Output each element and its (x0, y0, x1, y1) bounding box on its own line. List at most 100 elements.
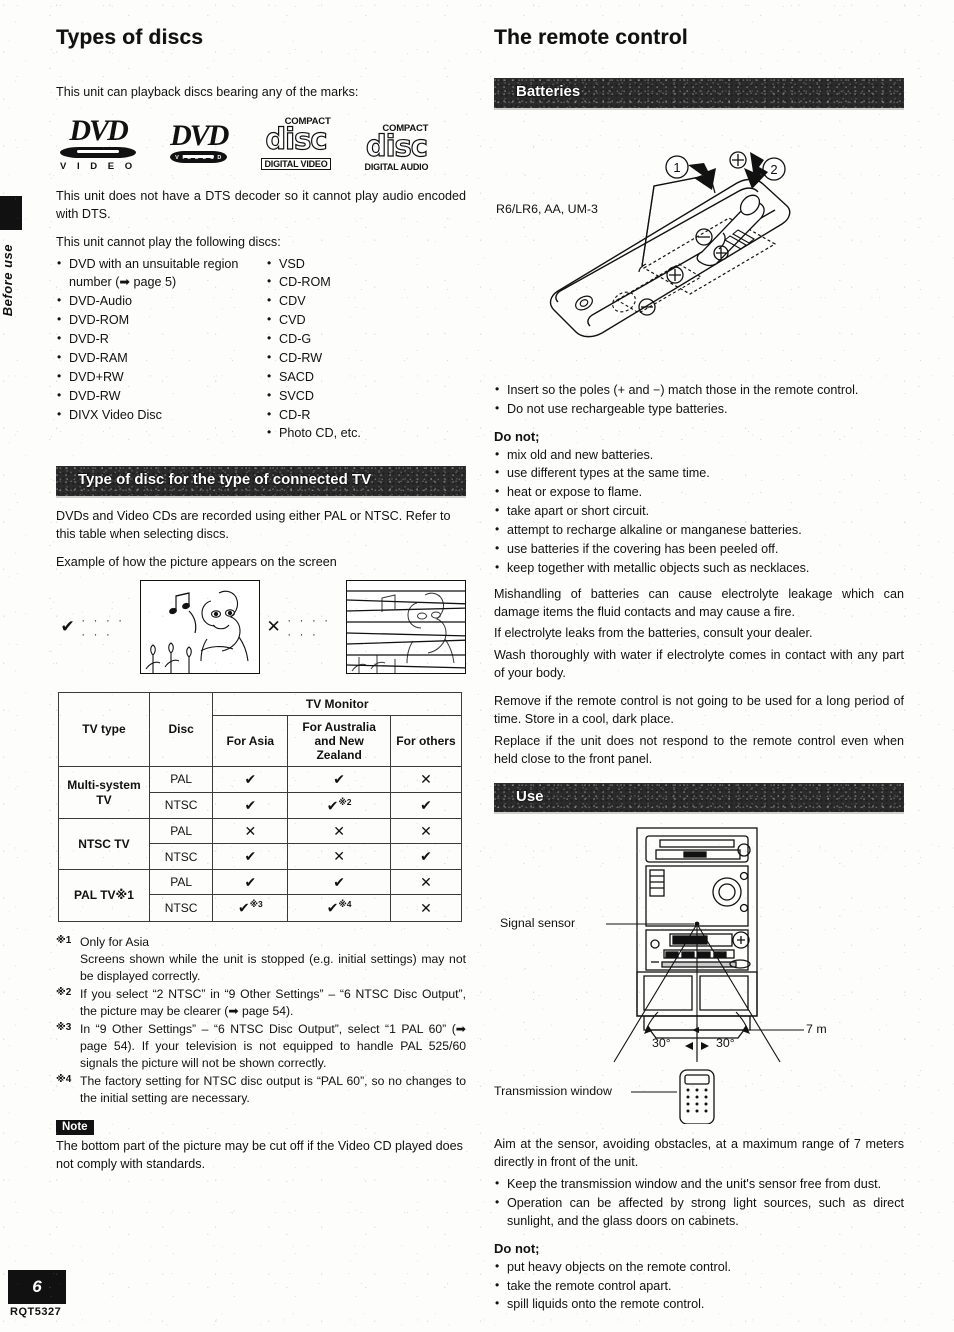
cell-others: ✔ (389, 791, 463, 819)
list-item: DVD-ROM (56, 311, 252, 330)
compact-disc-digital-audio-logo: COMPACT disc DIGITAL AUDIO (365, 123, 429, 172)
footnote-marker: ※3 (56, 1022, 72, 1034)
list-item: CD-ROM (266, 273, 466, 292)
footnote-marker: ※1 (56, 934, 72, 946)
table-row: Multi-system TV PAL ✔ ✔ ✕ (58, 766, 463, 819)
list-item: put heavy objects on the remote control. (494, 1258, 904, 1277)
use-do-not-list: put heavy objects on the remote control.… (494, 1258, 904, 1315)
leader-dots-2: · · · · · · · (287, 612, 331, 641)
table-row: PAL TV※1 PAL ✔ ✔ ✕ (58, 868, 463, 922)
cell-disc: NTSC (148, 791, 214, 819)
list-item: Photo CD, etc. (266, 424, 466, 443)
footnote-text: In “9 Other Settings” – “6 NTSC Disc Out… (80, 1022, 466, 1071)
dvd-video-sublabel: V I D E O (60, 160, 137, 172)
footnote-marker: ※4 (56, 1074, 72, 1086)
distorted-picture-illustration (347, 589, 466, 673)
list-item: attempt to recharge alkaline or manganes… (494, 521, 904, 540)
cannot-play-list-right: VSD CD-ROM CDV CVD CD-G CD-RW SACD SVCD … (266, 255, 466, 445)
row-label-multi-system-tv: Multi-system TV (58, 766, 150, 819)
document-code: RQT5327 (10, 1306, 62, 1318)
footnote-1: ※1 Only for Asia Screens shown while the … (56, 934, 466, 985)
header-disc: Disc (148, 691, 214, 768)
cell-anz: ✕ (287, 843, 391, 870)
list-item: mix old and new batteries. (494, 446, 904, 465)
cell-asia: ✔ (212, 766, 289, 793)
wash-paragraph: Wash thoroughly with water if electrolyt… (494, 648, 904, 681)
header-for-others: For others (389, 714, 463, 768)
list-item: Keep the transmission window and the uni… (494, 1175, 904, 1194)
cell-asia: ✕ (212, 817, 289, 845)
table-header-row-1: TV type Disc TV Monitor (58, 691, 462, 768)
cell-anz: ✔ (287, 868, 391, 896)
remote-battery-illustration: 1 2 (549, 151, 791, 338)
tv-screen-distorted (346, 579, 466, 674)
list-item: Insert so the poles (+ and −) match thos… (494, 381, 904, 400)
tv-screen-good (140, 579, 260, 674)
list-item: DVD+RW (56, 368, 252, 387)
battery-do-not-list: mix old and new batteries. use different… (494, 446, 904, 578)
digital-video-label: DIGITAL VIDEO (261, 157, 331, 170)
signal-sensor-dot (694, 921, 700, 927)
list-item: SACD (266, 368, 466, 387)
tv-compatibility-table: TV type Disc TV Monitor For Asia For Aus… (58, 691, 463, 922)
battery-type-label: R6/LR6, AA, UM-3 (496, 201, 598, 216)
left-column: Types of discs This unit can playback di… (56, 26, 466, 1184)
list-item: use batteries if the covering has been p… (494, 540, 904, 559)
cannot-play-heading: This unit cannot play the following disc… (56, 234, 281, 249)
table-footnotes: ※1 Only for Asia Screens shown while the … (56, 934, 466, 1108)
cell-anz: ✔※4 (287, 894, 391, 922)
battery-insert-bullets: Insert so the poles (+ and −) match thos… (494, 381, 904, 419)
list-item: take the remote control apart. (494, 1277, 904, 1296)
dts-note-paragraph: This unit does not have a DTS decoder so… (56, 188, 466, 221)
header-for-asia: For Asia (212, 714, 289, 768)
battery-step-2-label: 2 (770, 162, 777, 177)
page-number: 6 (8, 1270, 66, 1304)
cell-others: ✕ (389, 766, 463, 793)
side-tab: Before use (0, 196, 22, 316)
disc-wordmark-1: disc (265, 121, 328, 156)
list-item: SVCD (266, 387, 466, 406)
dvd-wordmark-2: DVD (170, 118, 229, 152)
leader-dots-1: · · · · · · · (81, 612, 125, 641)
cell-disc: PAL (148, 766, 214, 793)
list-item: DVD-R (56, 330, 252, 349)
cannot-play-lists: DVD with an unsuitable region number (➡ … (56, 255, 466, 453)
list-item: Do not use rechargeable type batteries. (494, 400, 904, 419)
note-block: Note The bottom part of the picture may … (56, 1117, 466, 1174)
list-item: CD-RW (266, 349, 466, 368)
compact-disc-digital-video-logo: COMPACT disc DIGITAL VIDEO (261, 116, 331, 172)
footnote-marker: ※2 (56, 986, 72, 998)
header-for-australia-nz: For Australia and New Zealand (287, 714, 391, 768)
cell-disc: PAL (148, 868, 214, 896)
disc-logo-row: DVD V I D E O DVD V I D E O C D COMPACT … (60, 116, 466, 172)
list-item: DVD-RW (56, 387, 252, 406)
footnote-4: ※4 The factory setting for NTSC disc outp… (56, 1073, 466, 1107)
list-item: CVD (266, 311, 466, 330)
header-tv-type: TV type (58, 691, 150, 768)
dvd-disc-bar-icon (60, 146, 137, 158)
list-item-continuation: number (➡ page 5) (69, 275, 177, 290)
side-tab-label: Before use (0, 244, 15, 317)
note-label: Note (56, 1120, 94, 1136)
aim-paragraph: Aim at the sensor, avoiding obstacles, a… (494, 1137, 904, 1170)
example-caption: Example of how the picture appears on th… (56, 554, 337, 569)
row-label-ntsc-tv: NTSC TV (58, 817, 150, 870)
cell-others: ✕ (389, 894, 463, 922)
cell-others: ✕ (389, 817, 463, 845)
list-item: CD-R (266, 406, 466, 425)
do-not-label-use: Do not; (494, 1240, 540, 1256)
list-item: CD-G (266, 330, 466, 349)
angle-left-label: 30° (652, 1036, 671, 1051)
page-title-types-of-discs: Types of discs (56, 26, 204, 49)
signal-range-illustration (606, 827, 804, 1125)
list-item: keep together with metallic objects such… (494, 559, 904, 578)
cell-disc: NTSC (148, 843, 214, 870)
transmission-window-label: Transmission window (494, 1084, 612, 1099)
cell-others: ✕ (389, 868, 463, 896)
dvd-videocd-logo: DVD V I D E O C D (170, 118, 229, 172)
cannot-play-list-left: DVD with an unsuitable region number (➡ … (56, 255, 252, 445)
signal-sensor-label: Signal sensor (500, 916, 576, 931)
banner-batteries: Batteries (494, 78, 904, 108)
page-title-remote-control: The remote control (494, 26, 688, 49)
dvd-videocd-sublabel: V I D E O C D (175, 154, 223, 161)
